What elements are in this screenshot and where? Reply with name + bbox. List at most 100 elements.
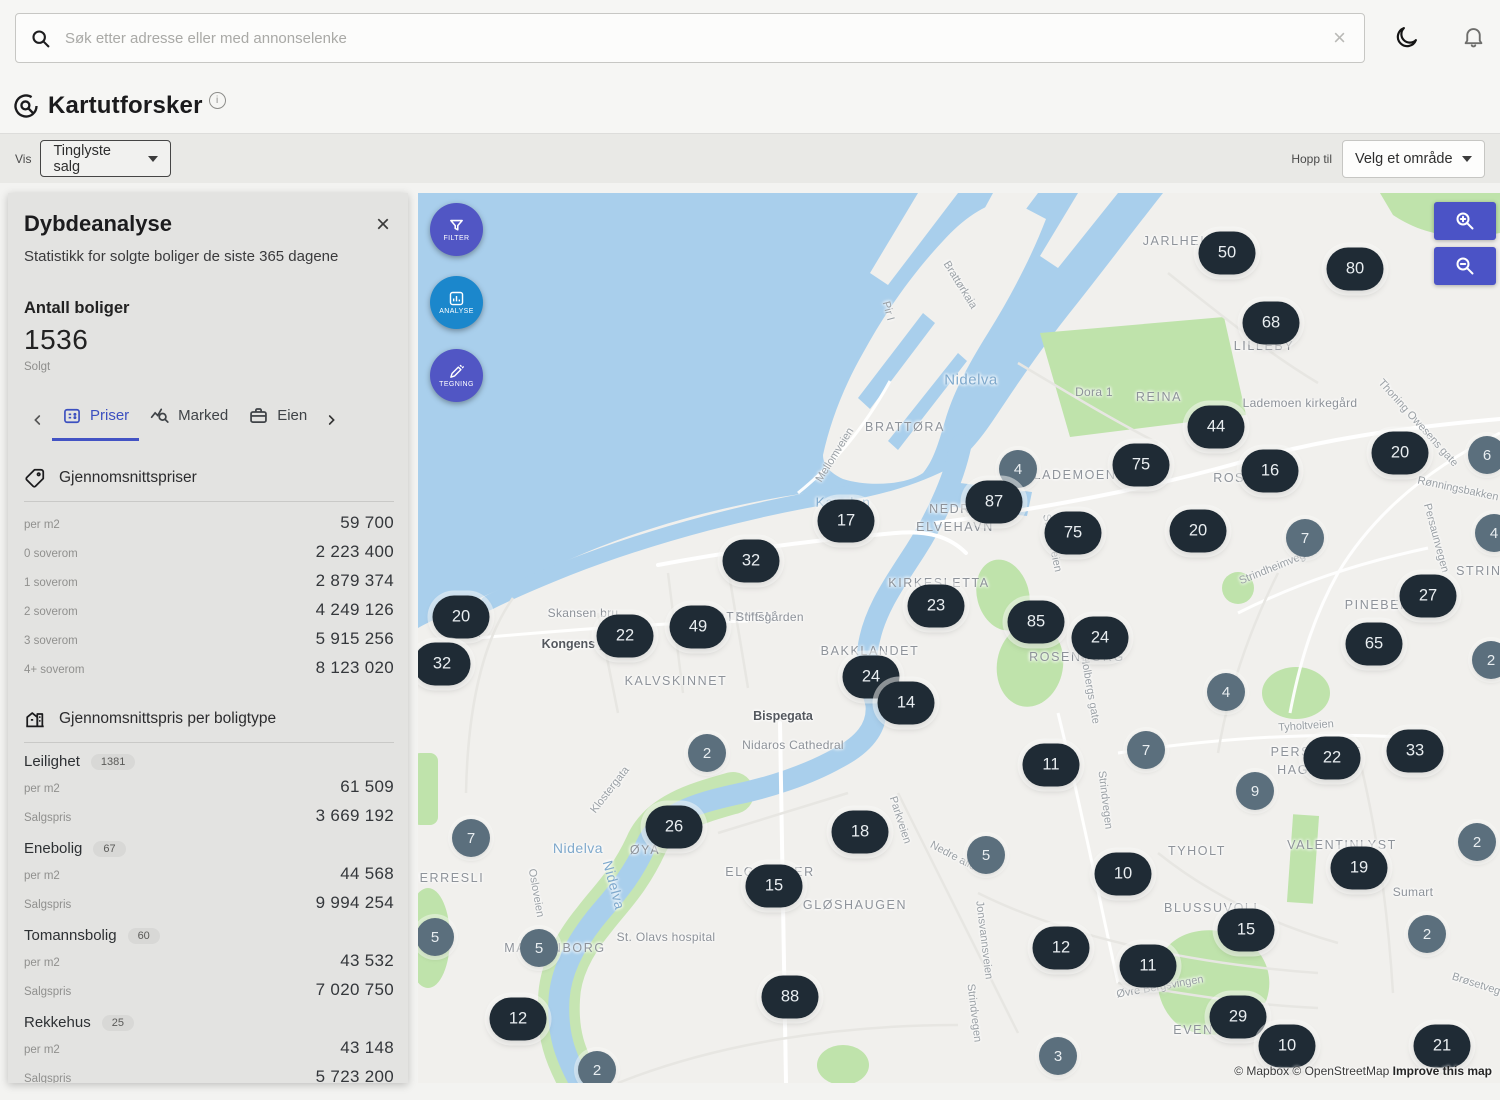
map-cluster-marker[interactable]: 85 [1008,601,1065,644]
close-icon[interactable]: × [372,211,394,239]
map-cluster-marker[interactable]: 21 [1414,1025,1471,1068]
map-cluster-marker[interactable]: 88 [762,976,819,1019]
map-cluster-marker[interactable]: 29 [1210,996,1267,1039]
tab-marked[interactable]: Marked [139,399,238,441]
map-cluster-marker[interactable]: 32 [418,643,471,686]
tab-eiendom[interactable]: Eien [238,399,317,441]
map-cluster-marker[interactable]: 19 [1331,847,1388,890]
map-cluster-marker[interactable]: 33 [1387,730,1444,773]
search-box[interactable]: × [15,13,1365,63]
map-cluster-marker[interactable]: 23 [908,585,965,628]
zoom-out-button[interactable] [1434,247,1496,285]
stat-row: Salgspris3 669 192 [24,801,394,830]
tab-priser[interactable]: Priser [52,400,139,441]
map-cluster-marker[interactable]: 14 [878,682,935,725]
map-cluster-marker[interactable]: 15 [1218,909,1275,952]
map-cluster-marker[interactable]: 7 [452,819,490,857]
map-cluster-marker[interactable]: 17 [818,500,875,543]
stat-label: Salgspris [24,899,71,911]
map-cluster-marker[interactable]: 87 [966,481,1023,524]
boligtype-name: Rekkehus [24,1014,91,1031]
map-cluster-marker[interactable]: 32 [723,540,780,583]
map-cluster-marker[interactable]: 49 [670,606,727,649]
map-cluster-marker[interactable]: 26 [646,806,703,849]
sale-type-dropdown[interactable]: Tinglyste salg [40,140,171,177]
stat-value: 3 669 192 [316,806,394,826]
map-cluster-marker[interactable]: 68 [1243,302,1300,345]
map-cluster-marker[interactable]: 24 [1072,617,1129,660]
filter-button[interactable]: FILTER [430,203,483,256]
map-cluster-marker[interactable]: 20 [1170,510,1227,553]
stat-value: 7 020 750 [316,980,394,1000]
map-cluster-marker[interactable]: 9 [1236,772,1274,810]
zoom-in-button[interactable] [1434,202,1496,240]
dark-mode-moon-icon[interactable] [1394,24,1420,55]
panel-title: Dybdeanalyse [24,211,172,237]
map-cluster-marker[interactable]: 5 [520,929,558,967]
per-type-groups: Leilighet1381per m261 509Salgspris3 669 … [24,753,394,1083]
map-cluster-marker[interactable]: 75 [1045,512,1102,555]
map-cluster-marker[interactable]: 7 [1286,519,1324,557]
chevron-right-icon[interactable] [317,412,345,428]
map-cluster-marker[interactable]: 15 [746,865,803,908]
map-cluster-marker[interactable]: 20 [433,596,490,639]
stat-row: Salgspris 7 020 750 [24,975,394,1004]
count-label: Antall boliger [24,299,394,318]
section-title: Gjennomsnittspriser [59,469,197,487]
map-cluster-marker[interactable]: 4 [1207,673,1245,711]
map-cluster-marker[interactable]: 7 [1127,731,1165,769]
map-cluster-marker[interactable]: 2 [1408,915,1446,953]
map-cluster-marker[interactable]: 2 [578,1051,616,1083]
chevron-down-icon [1462,156,1472,162]
map-canvas[interactable]: BRATTØRAREINAJARLHEIMLILLEBYLADEMOENNEDR… [418,193,1500,1083]
map-cluster-marker[interactable]: 3 [1039,1037,1077,1075]
map-cluster-marker[interactable]: 11 [1023,744,1080,787]
map-cluster-marker[interactable]: 50 [1199,232,1256,275]
boligtype-name: Enebolig [24,840,82,857]
market-chart-icon [149,405,170,426]
map-cluster-marker[interactable]: 44 [1188,406,1245,449]
map-cluster-marker[interactable]: 12 [1033,927,1090,970]
top-bar: × [0,0,1500,78]
chevron-left-icon[interactable] [24,412,52,428]
map-cluster-marker[interactable]: 10 [1095,853,1152,896]
stat-row: Salgspris9 994 254 [24,888,394,917]
map-cluster-marker[interactable]: 16 [1242,450,1299,493]
zoom-out-icon [1453,254,1477,278]
map-cluster-marker[interactable]: 5 [967,836,1005,874]
map-cluster-marker[interactable]: 10 [1259,1025,1316,1068]
stat-label: 0 soverom [24,548,78,560]
stat-value: 5 723 200 [316,1067,394,1084]
map-cluster-marker[interactable]: 11 [1120,945,1177,988]
notifications-bell-icon[interactable] [1461,24,1486,54]
sale-type-value: Tinglyste salg [53,143,140,175]
map-cluster-marker[interactable]: 22 [597,615,654,658]
stat-value: 44 568 [340,864,394,884]
map-cluster-marker[interactable]: 2 [1458,823,1496,861]
improve-map-link[interactable]: Improve this map [1393,1064,1492,1078]
count-sub: Solgt [24,361,394,373]
map-cluster-marker[interactable]: 18 [832,811,889,854]
search-clear-icon[interactable]: × [1329,27,1350,49]
area-dropdown[interactable]: Velg et område [1342,140,1485,178]
stat-label: Salgspris [24,986,71,998]
map-cluster-marker[interactable]: 75 [1113,444,1170,487]
map-cluster-marker[interactable]: 6 [1468,436,1500,474]
boligtype-count-badge: 67 [93,841,125,857]
analyse-button[interactable]: ANALYSE [430,276,483,329]
per-type-header: Gjennomsnittspris per boligtype [24,708,394,730]
map-cluster-marker[interactable]: 27 [1400,575,1457,618]
map-cluster-marker[interactable]: 80 [1327,248,1384,291]
stat-value: 2 879 374 [316,571,394,591]
info-icon[interactable]: i [209,92,226,109]
stat-value: 43 532 [340,951,394,971]
drawing-button[interactable]: TEGNING [430,349,483,402]
map-cluster-marker[interactable]: 65 [1346,623,1403,666]
map-cluster-marker[interactable]: 22 [1304,737,1361,780]
search-input[interactable] [63,29,1329,48]
map-cluster-marker[interactable]: 12 [490,998,547,1041]
map-cluster-marker[interactable]: 20 [1372,432,1429,475]
tab-label: Eien [277,407,307,424]
map-cluster-marker[interactable]: 2 [688,734,726,772]
boligtype-group-header: Leilighet1381 [24,753,394,770]
